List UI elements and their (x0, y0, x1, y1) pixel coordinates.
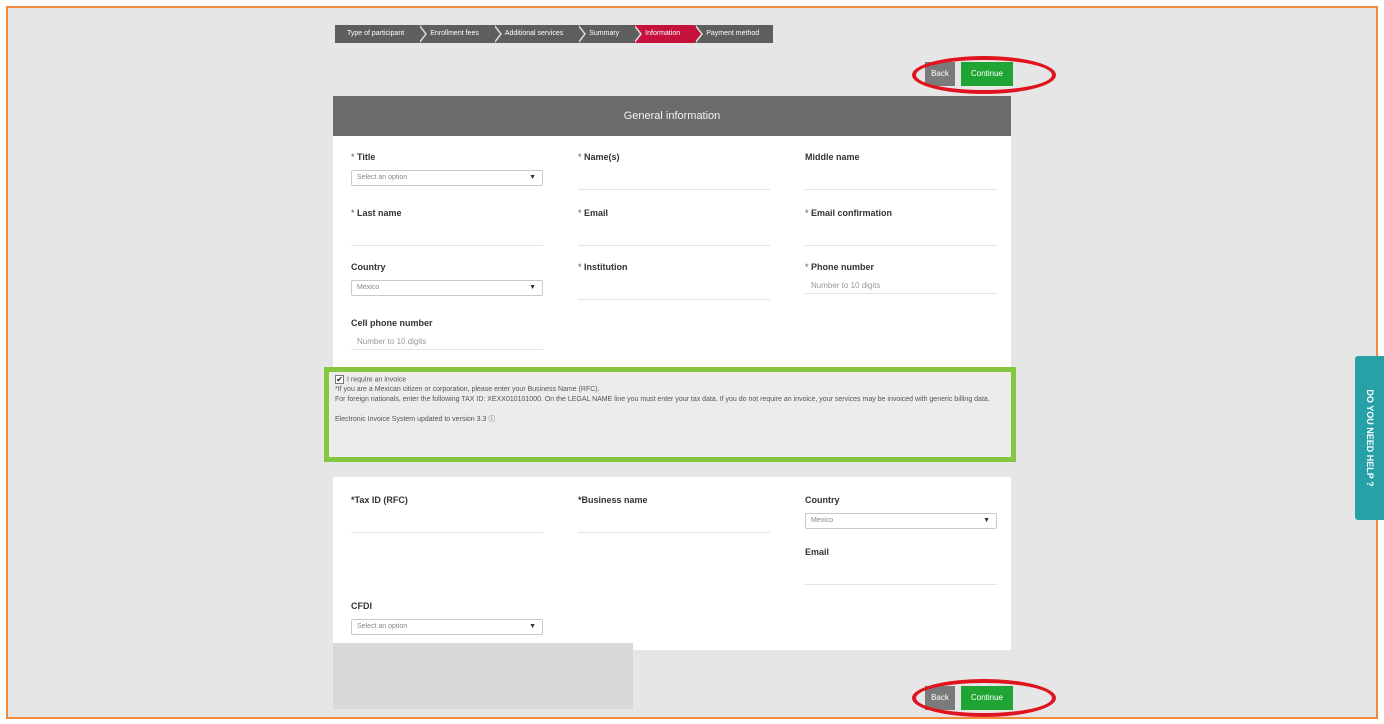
email-confirmation-input[interactable] (805, 230, 997, 246)
placeholder-block (333, 643, 633, 709)
tax-id-label: *Tax ID (RFC) (351, 495, 408, 505)
names-field: * Name(s) (578, 152, 770, 190)
title-select-value: Select an option (357, 174, 408, 181)
required-mark: * (805, 262, 809, 272)
chevron-down-icon: ▼ (983, 517, 990, 524)
required-mark: * (578, 262, 582, 272)
required-mark: * (578, 208, 582, 218)
billing-email-label: Email (805, 547, 830, 557)
required-mark: * (351, 208, 355, 218)
middle-name-label: Middle name (805, 152, 860, 162)
card-title: General information (333, 96, 1011, 136)
help-label: DO YOU NEED HELP ? (1365, 389, 1375, 487)
billing-country-field: Country Mexico ▼ (805, 495, 997, 529)
cfdi-label: CFDI (351, 601, 372, 611)
email-confirmation-label: Email confirmation (811, 208, 893, 218)
business-name-label: *Business name (578, 495, 648, 505)
back-button-top[interactable]: Back (925, 62, 955, 86)
invoice-checkbox-label: I require an invoice (347, 376, 407, 384)
back-button-bottom[interactable]: Back (925, 686, 955, 710)
chevron-down-icon: ▼ (529, 623, 536, 630)
email-confirmation-field: * Email confirmation (805, 208, 997, 246)
billing-country-label: Country (805, 495, 840, 505)
country-select-value: Mexico (357, 284, 380, 291)
required-mark: * (805, 208, 809, 218)
middle-name-input[interactable] (805, 174, 997, 190)
continue-button-top[interactable]: Continue (961, 62, 1013, 86)
top-button-row: Back Continue (925, 62, 1013, 86)
last-name-input[interactable] (351, 230, 543, 246)
business-name-field: *Business name (578, 495, 770, 533)
tax-id-field: *Tax ID (RFC) (351, 495, 543, 533)
continue-button-bottom[interactable]: Continue (961, 686, 1013, 710)
cell-phone-label: Cell phone number (351, 318, 433, 328)
cfdi-select-value: Select an option (357, 623, 408, 630)
help-tab[interactable]: DO YOU NEED HELP ? (1355, 356, 1384, 520)
tax-id-input[interactable] (351, 517, 543, 533)
step-type-of-participant[interactable]: Type of participant (335, 25, 428, 43)
last-name-field: * Last name (351, 208, 543, 246)
progress-steps: Type of participant Enrollment fees Addi… (335, 25, 774, 43)
last-name-label: Last name (357, 208, 402, 218)
email-input[interactable] (578, 230, 770, 246)
institution-field: * Institution (578, 262, 770, 300)
step-enrollment-fees[interactable]: Enrollment fees (418, 25, 502, 43)
cell-phone-input[interactable]: Number to 10 digits (351, 334, 543, 350)
cell-phone-field: Cell phone number Number to 10 digits (351, 318, 543, 350)
billing-country-select[interactable]: Mexico ▼ (805, 513, 997, 529)
institution-label: Institution (584, 262, 628, 272)
phone-input[interactable]: Number to 10 digits (805, 278, 997, 294)
phone-label: Phone number (811, 262, 875, 272)
country-field: Country Mexico ▼ (351, 262, 543, 296)
invoice-note-foreign: For foreign nationals, enter the followi… (335, 396, 990, 404)
invoice-notice-box: ✔ I require an invoice *If you are a Mexi… (324, 367, 1016, 462)
email-field: * Email (578, 208, 770, 246)
cfdi-select[interactable]: Select an option ▼ (351, 619, 543, 635)
middle-name-field: Middle name (805, 152, 997, 190)
step-additional-services[interactable]: Additional services (492, 25, 587, 43)
phone-field: * Phone number Number to 10 digits (805, 262, 997, 294)
country-label: Country (351, 262, 386, 272)
title-field: * Title Select an option ▼ (351, 152, 543, 186)
title-select[interactable]: Select an option ▼ (351, 170, 543, 186)
chevron-down-icon: ▼ (529, 174, 536, 181)
step-information[interactable]: Information (633, 25, 704, 43)
chevron-down-icon: ▼ (529, 284, 536, 291)
invoice-system-version: Electronic Invoice System updated to ver… (335, 416, 496, 424)
business-name-input[interactable] (578, 517, 770, 533)
bottom-button-row: Back Continue (925, 686, 1013, 710)
invoice-note-mexican: *If you are a Mexican citizen or corpora… (335, 386, 600, 394)
required-mark: * (578, 152, 582, 162)
invoice-checkbox[interactable]: ✔ (335, 375, 344, 384)
country-select[interactable]: Mexico ▼ (351, 280, 543, 296)
email-label: Email (584, 208, 609, 218)
billing-email-input[interactable] (805, 569, 997, 585)
billing-card: *Tax ID (RFC) *Business name Country Mex… (333, 477, 1011, 650)
institution-input[interactable] (578, 284, 770, 300)
title-label: Title (357, 152, 376, 162)
billing-email-field: Email (805, 547, 997, 585)
required-mark: * (351, 152, 355, 162)
step-payment-method[interactable]: Payment method (694, 25, 774, 43)
names-input[interactable] (578, 174, 770, 190)
names-label: Name(s) (584, 152, 620, 162)
general-information-card: General information * Title Select an op… (333, 96, 1011, 368)
cfdi-field: CFDI Select an option ▼ (351, 601, 543, 635)
billing-country-value: Mexico (811, 517, 834, 524)
